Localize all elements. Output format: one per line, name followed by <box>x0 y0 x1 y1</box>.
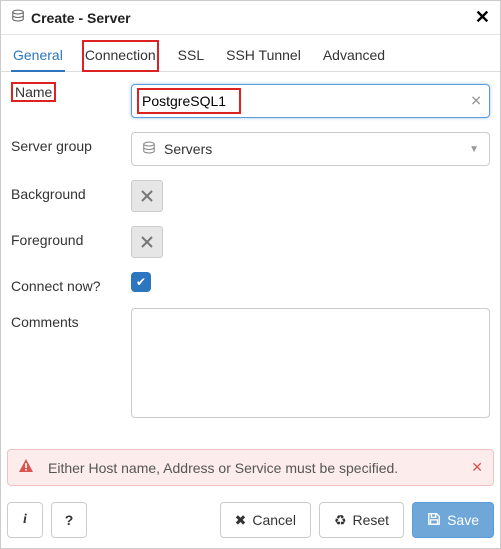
tab-ssh-tunnel[interactable]: SSH Tunnel <box>224 41 303 71</box>
tab-connection[interactable]: Connection <box>83 41 158 71</box>
connect-now-checkbox[interactable]: ✔ <box>131 272 151 292</box>
cancel-icon: ✖ <box>235 512 247 529</box>
close-icon[interactable]: ✕ <box>475 7 490 28</box>
server-group-value: Servers <box>164 141 212 157</box>
background-color-button[interactable] <box>131 180 163 212</box>
alert-text: Either Host name, Address or Service mus… <box>48 460 398 476</box>
form-general: Name ✕ Server group Servers ▼ Backgroun <box>1 72 500 449</box>
recycle-icon: ♻ <box>334 512 347 529</box>
server-group-select[interactable]: Servers ▼ <box>131 132 490 166</box>
titlebar: Create - Server ✕ <box>1 1 500 35</box>
info-icon: i <box>23 512 27 528</box>
name-input[interactable] <box>131 84 490 118</box>
footer: i ? ✖ Cancel ♻ Reset Save <box>1 494 500 548</box>
name-label: Name <box>11 82 56 102</box>
tab-bar: General Connection SSL SSH Tunnel Advanc… <box>1 35 500 72</box>
alert-close-icon[interactable]: ✕ <box>471 459 483 476</box>
tab-advanced[interactable]: Advanced <box>321 41 387 71</box>
server-icon <box>11 9 25 26</box>
reset-label: Reset <box>353 512 390 528</box>
comments-label: Comments <box>11 308 131 330</box>
tab-general[interactable]: General <box>11 41 65 71</box>
save-button[interactable]: Save <box>412 502 494 538</box>
create-server-dialog: Create - Server ✕ General Connection SSL… <box>0 0 501 549</box>
save-label: Save <box>447 512 479 528</box>
cancel-label: Cancel <box>252 512 296 528</box>
connect-now-label: Connect now? <box>11 272 131 294</box>
foreground-color-button[interactable] <box>131 226 163 258</box>
warning-icon <box>18 458 34 477</box>
comments-textarea[interactable] <box>131 308 490 418</box>
tab-ssl[interactable]: SSL <box>176 41 206 71</box>
chevron-down-icon: ▼ <box>469 144 479 155</box>
help-icon: ? <box>65 512 74 528</box>
background-label: Background <box>11 180 131 202</box>
servers-icon <box>142 141 156 158</box>
error-alert: Either Host name, Address or Service mus… <box>7 449 494 486</box>
foreground-label: Foreground <box>11 226 131 248</box>
save-icon <box>427 512 441 529</box>
info-button[interactable]: i <box>7 502 43 538</box>
cancel-button[interactable]: ✖ Cancel <box>220 502 311 538</box>
server-group-label: Server group <box>11 132 131 154</box>
help-button[interactable]: ? <box>51 502 87 538</box>
clear-icon[interactable]: ✕ <box>470 93 482 110</box>
dialog-title: Create - Server <box>31 10 131 26</box>
reset-button[interactable]: ♻ Reset <box>319 502 404 538</box>
